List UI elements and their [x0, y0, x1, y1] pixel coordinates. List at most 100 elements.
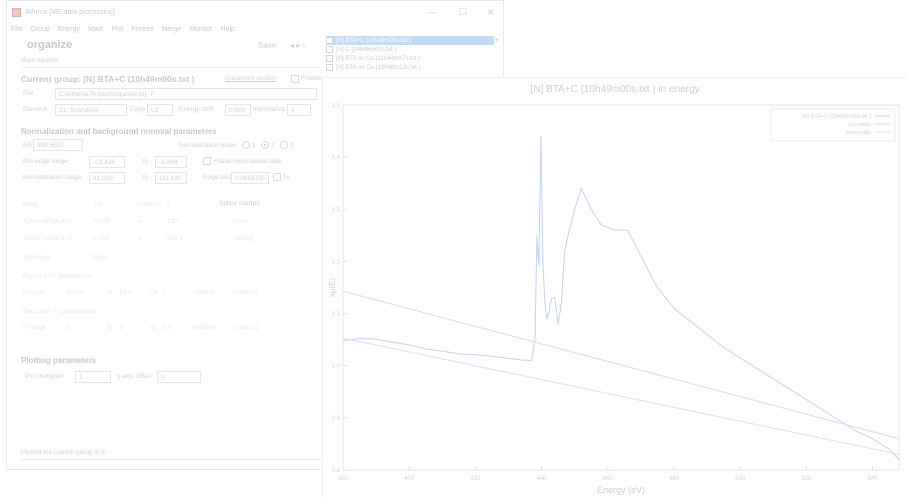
y-tick-label: 0.9 — [332, 416, 341, 422]
x-tick-label: 460 — [603, 476, 614, 482]
dk-value[interactable]: 1 — [163, 289, 167, 296]
r-window-select[interactable]: Hanning — [233, 324, 257, 331]
document-section-link[interactable]: Document section — [225, 75, 277, 82]
x-tick-label: 520 — [801, 476, 812, 482]
spline-k-from[interactable]: 0.000 — [93, 218, 109, 225]
kmin-value[interactable]: 2.000 — [67, 289, 83, 296]
standard-select[interactable]: None — [93, 254, 109, 261]
window-title: Athena [ME data processing] — [25, 9, 115, 16]
element-label: Element — [23, 106, 47, 113]
order-3-label: 3 — [290, 142, 294, 149]
plot-multiplier-field[interactable]: 1 — [75, 371, 111, 383]
group-list-item[interactable]: [N] BTA on Cu (11h44m47s.txt ) — [326, 54, 494, 63]
group-list-item[interactable]: [N] C (14h46m00s.txt ) — [326, 45, 494, 54]
clamp-high-select[interactable]: Strong — [233, 235, 252, 242]
kweight-value[interactable]: 2 — [167, 201, 171, 208]
spline-e-label: Spline range in E — [23, 235, 73, 242]
group-list-item[interactable]: [N] BTA on Cu (13h48m12s.txt ) — [326, 63, 494, 72]
project-name: organize — [27, 39, 73, 51]
r-window-label: window — [193, 324, 215, 331]
rmax-value[interactable]: 3 — [119, 324, 123, 331]
plot-frame — [342, 104, 900, 471]
plotting-section-title: Plotting parameters — [21, 356, 97, 365]
e0-field[interactable]: 398.6527 — [33, 139, 83, 151]
menu-group[interactable]: Group — [30, 26, 49, 36]
menu-monitor[interactable]: Monitor — [189, 26, 212, 36]
status-bar: Plotted the current group in E — [21, 449, 106, 456]
edge-select[interactable]: L3 — [147, 104, 173, 116]
importance-field[interactable]: 1 — [287, 104, 311, 116]
menu-plot[interactable]: Plot — [112, 26, 124, 36]
edge-label: Edge — [130, 106, 146, 113]
y-tick-label: 1.2 — [332, 259, 341, 265]
order-1-label: 1 — [252, 142, 256, 149]
normalization-range-label: Normalization range — [23, 174, 82, 181]
k-window-select[interactable]: Hanning — [233, 289, 257, 296]
norm-to-field[interactable]: 111.140 — [155, 172, 187, 184]
fix-step-label: fix — [283, 174, 290, 181]
rmin-value[interactable]: 1 — [67, 324, 71, 331]
y-offset-field[interactable]: 0 — [157, 371, 201, 383]
maximize-icon[interactable]: ☐ — [459, 7, 467, 18]
spline-e-from[interactable]: 0.000 — [93, 235, 109, 242]
norm-to-label: to — [143, 174, 149, 181]
standard-label: Standard — [23, 254, 50, 261]
y-tick-label: 1.5 — [332, 103, 341, 109]
x-tick-label: 440 — [537, 476, 548, 482]
group-mark-checkbox[interactable] — [326, 55, 333, 62]
freeze-checkbox[interactable] — [291, 75, 299, 83]
file-label: File — [23, 90, 34, 97]
group-mark-checkbox[interactable] — [326, 64, 333, 71]
group-nav-arrows[interactable]: ◂ ▸ › — [290, 41, 305, 50]
save-button[interactable]: Save — [258, 41, 276, 50]
group-label: [N] BTA+C (10h49m00s.txt ) — [336, 37, 412, 44]
flatten-checkbox[interactable] — [203, 157, 211, 165]
current-group-title: Current group: [N] BTA+C (10h49m00s.txt … — [21, 74, 195, 84]
menu-file[interactable]: File — [11, 26, 22, 36]
menu-freeze[interactable]: Freeze — [132, 26, 154, 36]
menu-merge[interactable]: Merge — [161, 26, 181, 36]
spline-clamps-label: Spline clamps — [219, 200, 260, 207]
group-list-item[interactable]: [N] BTA+C (10h49m00s.txt ) — [326, 36, 494, 45]
order-2-radio[interactable] — [261, 141, 269, 149]
kmax-label: to — [107, 289, 113, 296]
group-mark-checkbox[interactable] — [326, 37, 333, 44]
fix-step-checkbox[interactable] — [273, 173, 281, 181]
order-3-radio[interactable] — [280, 141, 288, 149]
spline-e-to[interactable]: 689.3 — [167, 235, 183, 242]
file-field[interactable]: C:\Athena-Project\organize.prj, 7 — [55, 88, 317, 100]
menu-mark[interactable]: Mark — [88, 26, 104, 36]
spline-k-to[interactable]: 13.5 — [167, 218, 180, 225]
close-icon[interactable]: ✕ — [487, 7, 495, 18]
title-bar: Athena [ME data processing] — ☐ ✕ — [7, 1, 503, 23]
plot-window: 380 400 420 440 460 480 500 520 540 0.8 0.9 1.0 1.1 1… — [322, 77, 907, 497]
group-mark-checkbox[interactable] — [326, 46, 333, 53]
status-divider — [21, 459, 321, 460]
order-2-label: 2 — [271, 142, 275, 149]
menu-help[interactable]: Help — [221, 26, 235, 36]
edge-step-field[interactable]: 0.0654735 — [231, 172, 269, 184]
clamp-low-select[interactable]: None — [233, 218, 249, 225]
pre-edge-to-label: to — [143, 158, 149, 165]
minimize-icon[interactable]: — — [427, 7, 436, 17]
x-tick-label: 400 — [404, 476, 415, 482]
pre-edge-from-field[interactable]: -23.426 — [89, 156, 125, 168]
group-list-scroll-icon[interactable]: ▾ — [495, 36, 499, 44]
element-select[interactable]: 21: Scandium — [55, 104, 127, 116]
legend-entry-label: [N] BTA+C (10h49m00s.txt ) — [802, 114, 871, 120]
order-1-radio[interactable] — [242, 141, 250, 149]
divider — [21, 67, 321, 68]
norm-from-field[interactable]: 41.016 — [89, 172, 125, 184]
energy-shift-field[interactable]: 0.000 — [225, 104, 251, 116]
menu-energy[interactable]: Energy — [58, 26, 80, 36]
x-tick-label: 540 — [868, 476, 879, 482]
edge-step-label: Edge step — [203, 174, 233, 181]
pre-edge-to-field[interactable]: -5.464 — [155, 156, 187, 168]
dr-value[interactable]: 0.0 — [163, 324, 172, 331]
forward-ft-title: Forward FT parameters — [23, 273, 92, 280]
rbkg-value[interactable]: 1.0 — [93, 201, 102, 208]
normalization-order-label: Normalization order — [179, 142, 236, 149]
k-window-label: window — [193, 289, 215, 296]
xmu-energy-plot[interactable]: 380 400 420 440 460 480 500 520 540 0.8 0.9 1.0 1.1 1… — [323, 78, 907, 497]
kmax-value[interactable]: 13.5 — [119, 289, 132, 296]
